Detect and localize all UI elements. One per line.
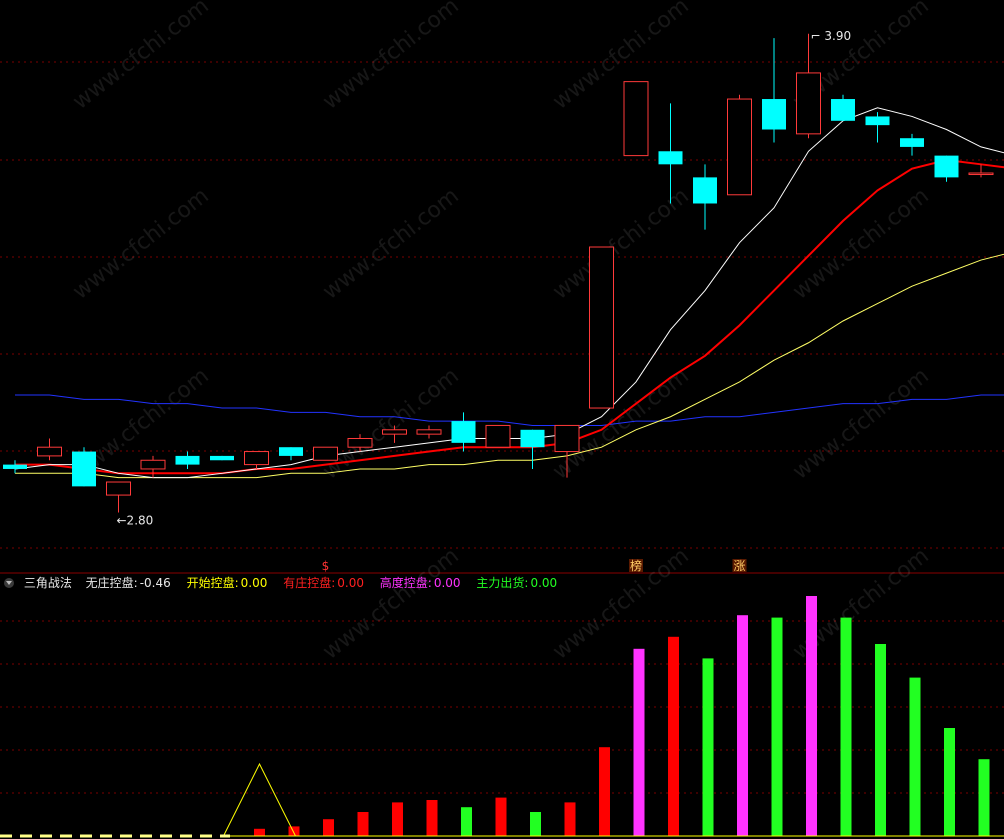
watermark-text: www.cfchi.com — [318, 183, 463, 304]
candle-body-down — [658, 151, 683, 165]
watermark-text: www.cfchi.com — [788, 363, 933, 484]
candle-body-down — [72, 451, 96, 487]
candle-body-up — [796, 72, 821, 135]
indicator-bar — [944, 728, 955, 836]
indicator-bar — [357, 812, 369, 836]
indicator-bar: 三角战法 无庄控盘: -0.46 开始控盘: 0.00 有庄控盘: 0.00 高度控盘… — [0, 573, 1004, 593]
candle-body-up — [554, 424, 580, 453]
candle-body-down — [451, 421, 476, 443]
field-4-label: 主力出货: — [476, 576, 529, 590]
candle-body-up — [589, 246, 614, 409]
indicator-bar — [461, 807, 472, 836]
field-4-value: 0.00 — [530, 576, 558, 590]
candle-body-up — [106, 481, 131, 496]
field-0-label: 无庄控盘: — [85, 576, 138, 590]
indicator-bar — [633, 648, 645, 836]
watermark-text: www.cfchi.com — [548, 0, 693, 115]
field-3-value: 0.00 — [433, 576, 461, 590]
indicator-bar — [392, 802, 403, 836]
indicator-bar — [426, 800, 438, 836]
indicator-bar — [254, 828, 265, 836]
candle-body-up — [968, 172, 994, 176]
candle-body-up — [623, 81, 649, 157]
candle-body-up — [313, 446, 338, 461]
indicator-bar — [323, 819, 334, 836]
indicator-bar — [288, 826, 300, 836]
candle-body-up — [140, 459, 166, 470]
field-1-value: 0.00 — [240, 576, 268, 590]
candle-body-down — [762, 99, 786, 130]
indicator-bar — [771, 617, 783, 836]
candle-body-up — [416, 429, 442, 435]
candle-body-up — [37, 446, 62, 457]
indicator-bar — [495, 797, 507, 836]
watermark-text: www.cfchi.com — [68, 183, 213, 304]
candle-body-up — [347, 437, 373, 448]
indicator-bar — [702, 658, 714, 836]
candle-body-down — [693, 177, 717, 204]
marker-2: 涨 — [733, 558, 745, 573]
candle-body-down — [831, 99, 855, 121]
indicator-bar — [564, 802, 576, 836]
candle-body-down — [865, 116, 890, 126]
triangle-signal — [223, 762, 296, 837]
candle-body-down — [900, 138, 924, 147]
indicator-bar — [530, 812, 541, 836]
watermark-text: www.cfchi.com — [68, 0, 213, 115]
candle-body-up — [244, 451, 269, 466]
candle-body-down — [210, 455, 234, 461]
indicator-bar — [875, 644, 886, 836]
marker-1: 榜 — [630, 558, 642, 573]
low-price-label: ←2.80 — [117, 513, 154, 527]
indicator-name[interactable]: 三角战法 — [24, 576, 72, 590]
collapse-icon[interactable] — [4, 577, 14, 588]
candle-body-down — [175, 455, 200, 465]
indicator-bar — [909, 677, 921, 836]
candle-body-up — [727, 98, 752, 196]
watermark-text: www.cfchi.com — [318, 0, 463, 115]
indicator-bar — [668, 636, 679, 836]
watermark-text: www.cfchi.com — [318, 543, 463, 664]
candle-body-down — [934, 155, 959, 178]
kline-chart[interactable]: www.cfchi.com www.cfchi.com www.cfchi.com w… — [0, 0, 1004, 839]
marker-0: $ — [322, 559, 330, 573]
field-2-value: 0.00 — [337, 576, 364, 590]
indicator-bar — [806, 596, 817, 836]
candle-body-up — [485, 424, 511, 448]
watermark-text: www.cfchi.com — [548, 183, 693, 304]
field-1-label: 开始控盘: — [186, 576, 239, 590]
field-3-label: 高度控盘: — [379, 576, 432, 590]
watermark-text: www.cfchi.com — [548, 363, 693, 484]
field-0-value: -0.46 — [139, 576, 171, 590]
candle-body-down — [520, 429, 545, 448]
indicator-bar — [978, 759, 990, 836]
indicator-bar — [737, 615, 748, 836]
watermark-text: www.cfchi.com — [318, 363, 463, 484]
field-2-label: 有庄控盘: — [283, 576, 336, 590]
candle-body-down — [279, 447, 303, 456]
candle-body-down — [3, 464, 27, 469]
indicator-bar — [599, 747, 610, 836]
high-price-label: ⌐ 3.90 — [811, 29, 852, 43]
candle-body-up — [382, 429, 407, 435]
indicator-bar — [840, 617, 852, 836]
